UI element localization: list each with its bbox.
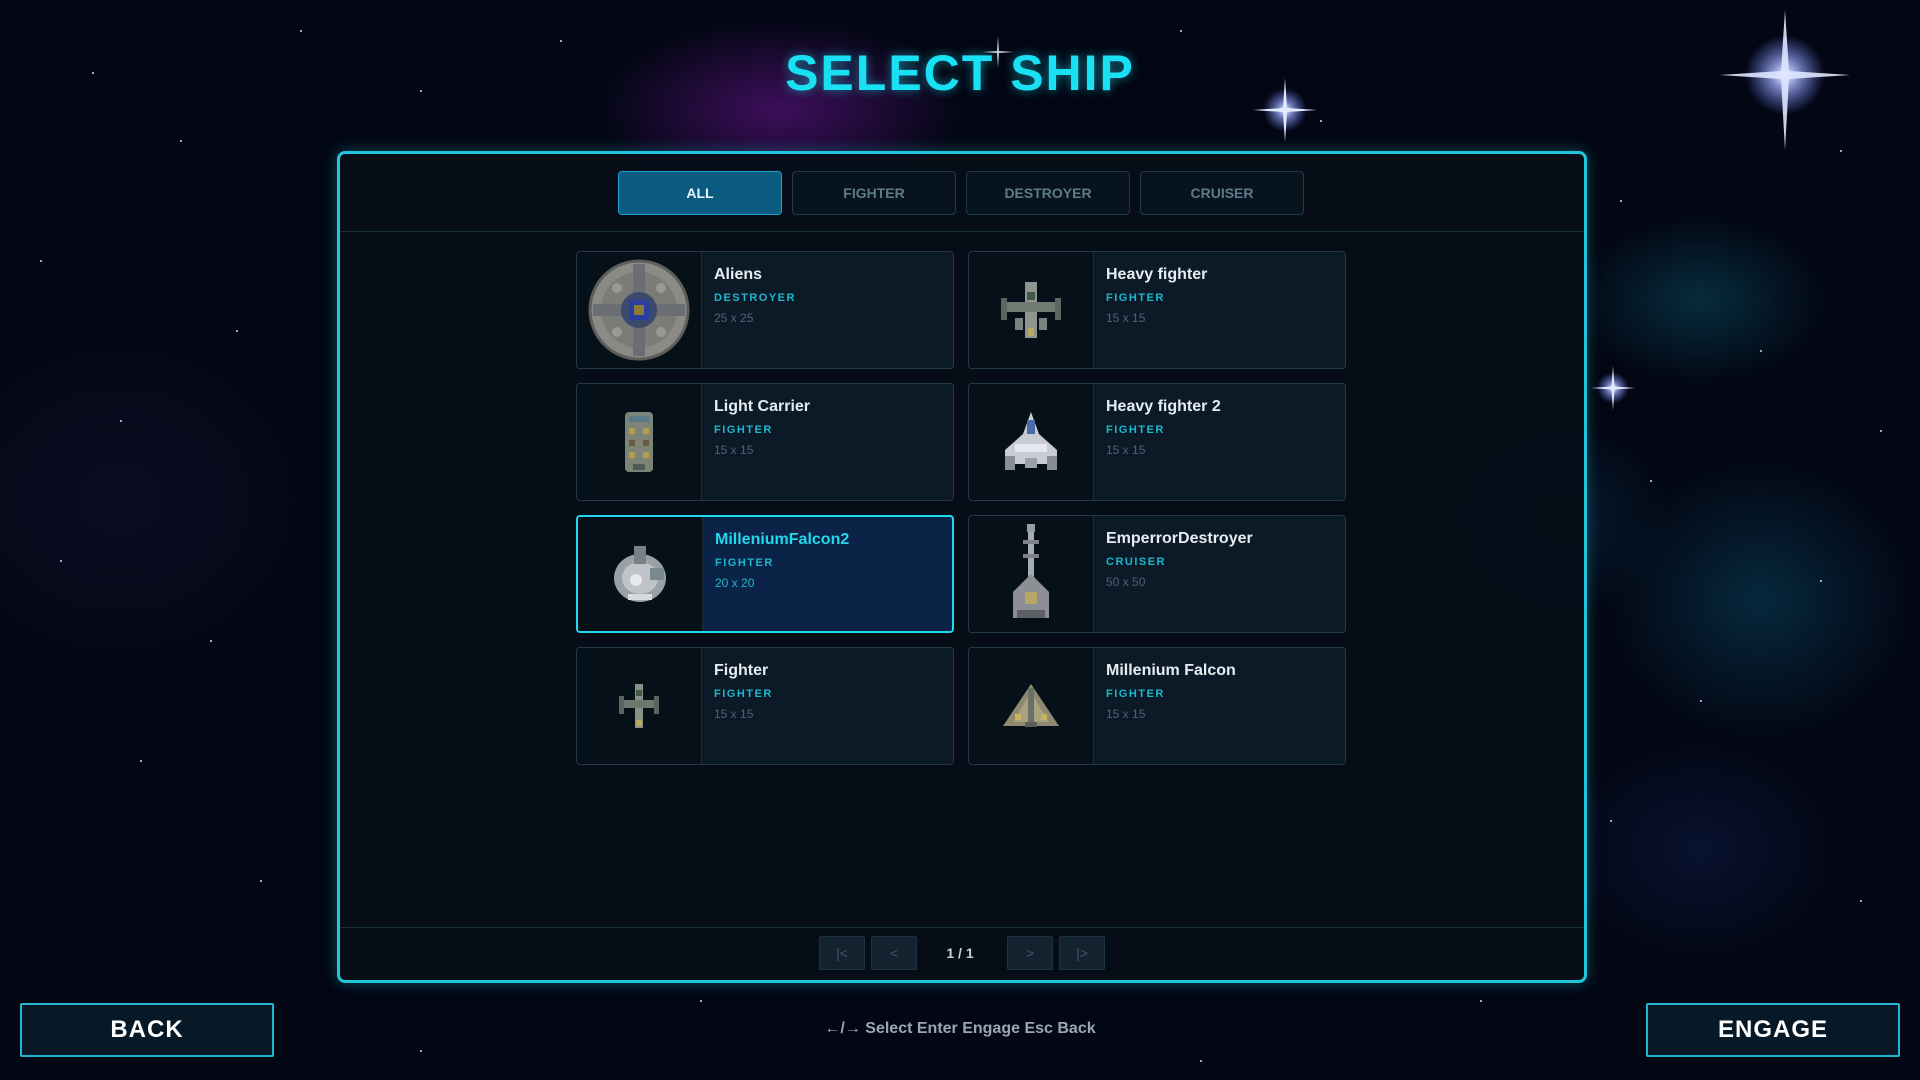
engage-button[interactable]: ENGAGE — [1646, 1003, 1900, 1057]
ship-size: 15 x 15 — [1106, 443, 1146, 457]
star — [1650, 480, 1652, 482]
page-indicator: 1 / 1 — [946, 945, 974, 961]
ship-card-millenium-falcon[interactable]: Millenium Falcon FIGHTER 15 x 15 — [968, 647, 1346, 765]
ship-name: EmperrorDestroyer — [1106, 530, 1253, 547]
star — [60, 560, 62, 562]
light-carrier-ship-icon — [625, 412, 653, 472]
heavy-fighter-ship-icon — [1001, 282, 1061, 338]
ship-name: Millenium Falcon — [1106, 662, 1236, 679]
star — [40, 260, 42, 262]
last-page-button[interactable]: |> — [1059, 936, 1105, 970]
ship-thumbnail — [969, 648, 1094, 764]
ship-thumbnail — [969, 384, 1094, 500]
star — [1620, 200, 1622, 202]
ship-card-light-carrier[interactable]: Light Carrier FIGHTER 15 x 15 — [576, 383, 954, 501]
millenium-falcon-2-ship-icon — [614, 546, 666, 602]
millenium-falcon-ship-icon — [1003, 684, 1059, 727]
star — [1860, 900, 1862, 902]
ship-type: DESTROYER — [714, 292, 796, 304]
ship-thumbnail — [578, 517, 703, 631]
star — [140, 760, 142, 762]
ship-size: 25 x 25 — [714, 311, 754, 325]
tab-destroyer[interactable]: DESTROYER — [966, 171, 1130, 215]
star — [560, 40, 562, 42]
filter-tabs: ALL FIGHTER DESTROYER CRUISER — [340, 154, 1584, 232]
ship-type: FIGHTER — [1106, 292, 1165, 304]
ship-type: CRUISER — [1106, 556, 1167, 568]
ship-card-emperror-destroyer[interactable]: EmperrorDestroyer CRUISER 50 x 50 — [968, 515, 1346, 633]
ship-size: 50 x 50 — [1106, 575, 1146, 589]
ship-thumbnail — [969, 252, 1094, 368]
ship-type: FIGHTER — [1106, 688, 1165, 700]
star — [120, 420, 122, 422]
ship-card-heavy-fighter-2[interactable]: Heavy fighter 2 FIGHTER 15 x 15 — [968, 383, 1346, 501]
star — [1200, 1060, 1202, 1062]
emperor-destroyer-ship-icon — [1013, 524, 1049, 618]
next-page-button[interactable]: > — [1007, 936, 1053, 970]
star — [260, 880, 262, 882]
star — [300, 30, 302, 32]
star — [210, 640, 212, 642]
ship-name: Light Carrier — [714, 398, 811, 415]
tab-cruiser[interactable]: CRUISER — [1140, 171, 1304, 215]
ship-card-millenium-falcon-2[interactable]: MilleniumFalcon2 FIGHTER 20 x 20 — [576, 515, 954, 633]
star — [1180, 30, 1182, 32]
ship-thumbnail — [969, 516, 1094, 632]
star — [1820, 580, 1822, 582]
star — [1610, 820, 1612, 822]
star — [420, 1050, 422, 1052]
star — [180, 140, 182, 142]
ship-type: FIGHTER — [714, 688, 773, 700]
tab-all[interactable]: ALL — [618, 171, 782, 215]
ship-type: FIGHTER — [1106, 424, 1165, 436]
ship-name: Aliens — [714, 266, 763, 283]
ship-card-aliens[interactable]: Aliens DESTROYER 25 x 25 — [576, 251, 954, 369]
first-page-button[interactable]: |< — [819, 936, 865, 970]
ship-name: Fighter — [714, 662, 769, 679]
fighter-ship-icon — [619, 684, 659, 728]
ship-card-heavy-fighter[interactable]: Heavy fighter FIGHTER 15 x 15 — [968, 251, 1346, 369]
tab-fighter[interactable]: FIGHTER — [792, 171, 956, 215]
controls-hint: ←/→ Select Enter Engage Esc Back — [824, 1020, 1096, 1037]
star — [1760, 350, 1762, 352]
star — [236, 330, 238, 332]
page-title: SELECT SHIP — [785, 45, 1135, 101]
ship-select-panel: ALL FIGHTER DESTROYER CRUISER Aliens DES… — [337, 151, 1587, 983]
heavy-fighter-2-ship-icon — [1005, 412, 1057, 470]
ship-size: 20 x 20 — [715, 576, 755, 590]
ship-size: 15 x 15 — [714, 707, 754, 721]
alien-disc-ship-icon — [588, 259, 690, 361]
ship-size: 15 x 15 — [1106, 707, 1146, 721]
ship-size: 15 x 15 — [714, 443, 754, 457]
star — [1880, 430, 1882, 432]
ship-name: Heavy fighter 2 — [1106, 398, 1221, 415]
star — [1480, 1000, 1482, 1002]
star — [700, 1000, 702, 1002]
star — [1700, 700, 1702, 702]
pagination: |< < 1 / 1 > |> — [340, 927, 1584, 980]
ship-thumbnail — [577, 648, 702, 764]
ship-thumbnail — [577, 252, 702, 368]
ship-type: FIGHTER — [714, 424, 773, 436]
ship-name: Heavy fighter — [1106, 266, 1208, 283]
ship-size: 15 x 15 — [1106, 311, 1146, 325]
ship-name: MilleniumFalcon2 — [715, 531, 850, 548]
star-flare — [1591, 366, 1635, 410]
ship-thumbnail — [577, 384, 702, 500]
ship-type: FIGHTER — [715, 557, 774, 569]
ship-card-fighter[interactable]: Fighter FIGHTER 15 x 15 — [576, 647, 954, 765]
